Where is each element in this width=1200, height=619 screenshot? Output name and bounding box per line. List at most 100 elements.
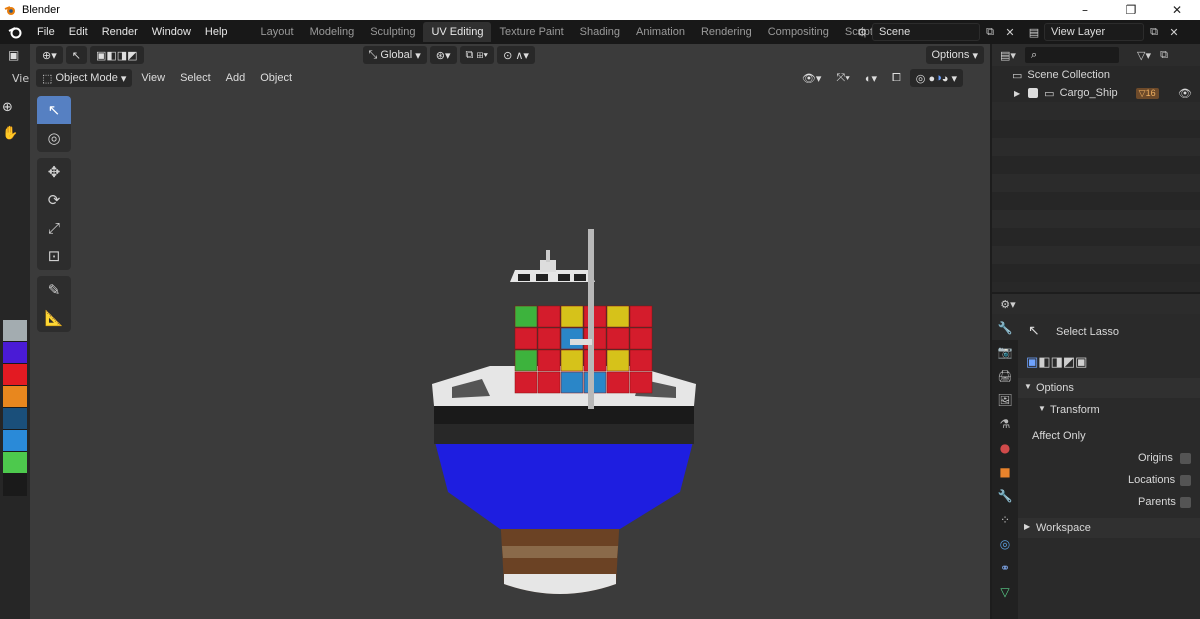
scene-name-field[interactable]: Scene bbox=[872, 23, 980, 41]
scene-icon[interactable]: ⚙ bbox=[852, 23, 872, 41]
menu-object[interactable]: Object bbox=[254, 69, 298, 87]
maximize-button[interactable]: ❐ bbox=[1108, 0, 1154, 20]
zoom-icon[interactable]: ⊕ bbox=[2, 100, 13, 115]
scene-copy-icon[interactable]: ⧉ bbox=[980, 23, 1000, 41]
tab-layout[interactable]: Layout bbox=[253, 22, 302, 42]
palette-swatch[interactable] bbox=[3, 452, 27, 474]
tab-uv-editing[interactable]: UV Editing bbox=[423, 22, 492, 42]
properties-header: ⚙▾ bbox=[992, 294, 1200, 314]
tab-rendering[interactable]: Rendering bbox=[693, 22, 760, 42]
output-tab-icon[interactable]: 🖨 bbox=[992, 364, 1018, 388]
particles-tab-icon[interactable]: ⁘ bbox=[992, 508, 1018, 532]
scene-tab-icon[interactable]: ⚗ bbox=[992, 412, 1018, 436]
filter-icon[interactable]: ▽▾ bbox=[1134, 46, 1154, 64]
constraints-tab-icon[interactable]: ⚭ bbox=[992, 556, 1018, 580]
measure-tool-button[interactable]: 📐 bbox=[37, 304, 71, 332]
outliner-editor-icon[interactable]: ▤▾ bbox=[998, 46, 1018, 64]
menu-help[interactable]: Help bbox=[198, 26, 235, 38]
palette-swatch[interactable] bbox=[3, 430, 27, 452]
visibility-icon[interactable]: 👁▾ bbox=[796, 69, 828, 87]
modifier-tab-icon[interactable]: 🔧 bbox=[992, 484, 1018, 508]
render-tab-icon[interactable]: 📷 bbox=[992, 340, 1018, 364]
tab-texture-paint[interactable]: Texture Paint bbox=[491, 22, 571, 42]
menu-select[interactable]: Select bbox=[174, 69, 217, 87]
cargo-ship-model[interactable] bbox=[410, 174, 710, 614]
view-menu-partial[interactable]: Vie bbox=[12, 72, 29, 85]
eye-icon[interactable]: 👁 bbox=[1178, 87, 1192, 100]
menu-render[interactable]: Render bbox=[95, 26, 145, 38]
transform-tool-button[interactable]: ⊡ bbox=[37, 242, 71, 270]
selection-mode-buttons[interactable]: ▣◧◨◩▣ bbox=[1026, 354, 1087, 370]
select-tool-icon[interactable]: ↖ bbox=[65, 46, 87, 64]
palette-swatch[interactable] bbox=[3, 386, 27, 408]
tab-animation[interactable]: Animation bbox=[628, 22, 693, 42]
annotate-tool-button[interactable]: ✎ bbox=[37, 276, 71, 304]
window-title: Blender bbox=[22, 4, 60, 16]
xray-icon[interactable]: ⧠ bbox=[886, 69, 907, 87]
view-layer-icon[interactable]: ▤ bbox=[1024, 23, 1044, 41]
view-layer-field[interactable]: View Layer bbox=[1044, 23, 1144, 41]
include-checkbox[interactable] bbox=[1028, 88, 1039, 98]
physics-tab-icon[interactable]: ◎ bbox=[992, 532, 1018, 556]
parents-checkbox[interactable] bbox=[1180, 497, 1191, 508]
menu-edit[interactable]: Edit bbox=[62, 26, 95, 38]
editor-type-icon[interactable]: ▣ bbox=[8, 48, 19, 62]
data-tab-icon[interactable]: ▽ bbox=[992, 580, 1018, 604]
view-layer-close-icon[interactable]: ✕ bbox=[1164, 23, 1184, 41]
origins-checkbox[interactable] bbox=[1180, 453, 1191, 464]
tab-compositing[interactable]: Compositing bbox=[760, 22, 837, 42]
locations-checkbox[interactable] bbox=[1180, 475, 1191, 486]
options-dropdown[interactable]: Options ▾ bbox=[925, 46, 984, 64]
selection-mode-icons[interactable]: ▣◧◨◩ bbox=[89, 46, 144, 64]
cargo-container bbox=[560, 349, 584, 372]
hand-pan-icon[interactable]: ✋ bbox=[2, 126, 18, 141]
3d-viewport[interactable]: ⊕▾ ↖ ▣◧◨◩ ⤡ Global ▾ ⊛▾ ⧉ ⊞▾ ⊙ ∧▾ Option… bbox=[30, 44, 990, 619]
palette-swatch[interactable] bbox=[3, 364, 27, 386]
overlay-icon[interactable]: ◐▾ bbox=[859, 69, 883, 87]
palette-swatch[interactable] bbox=[3, 474, 27, 496]
world-tab-icon[interactable]: ● bbox=[992, 436, 1018, 460]
menu-add[interactable]: Add bbox=[220, 69, 252, 87]
snap-icon[interactable]: ⧉ ⊞▾ bbox=[459, 46, 495, 64]
pivot-icon[interactable]: ⊛▾ bbox=[429, 46, 457, 64]
menu-window[interactable]: Window bbox=[145, 26, 198, 38]
blender-menu-icon[interactable] bbox=[0, 25, 30, 39]
transform-collapse-icon[interactable]: ▼ bbox=[1038, 404, 1046, 413]
shading-modes[interactable]: ◎ ● ◑ ◕ ▾ bbox=[909, 69, 963, 87]
minimize-button[interactable]: – bbox=[1062, 0, 1108, 20]
view-layer-tab-icon[interactable]: 🖼 bbox=[992, 388, 1018, 412]
menu-file[interactable]: File bbox=[30, 26, 62, 38]
scene-collection-row[interactable]: ▭ Scene Collection bbox=[992, 66, 1200, 84]
lasso-tool-icon: ↖ bbox=[1028, 322, 1040, 338]
new-collection-icon[interactable]: ⧉ bbox=[1154, 46, 1174, 64]
close-button[interactable]: ✕ bbox=[1154, 0, 1200, 20]
gizmo-icon[interactable]: ⤧▾ bbox=[830, 69, 855, 87]
tab-shading[interactable]: Shading bbox=[572, 22, 628, 42]
palette-swatch[interactable] bbox=[3, 342, 27, 364]
cargo-container bbox=[537, 327, 561, 350]
outliner-search-input[interactable]: ⌕ bbox=[1024, 46, 1120, 64]
tool-tab-icon[interactable]: 🔧 bbox=[992, 316, 1018, 340]
outliner-item-cargo-ship[interactable]: ▶ ▭ Cargo_Ship ▽16 👁 bbox=[992, 84, 1200, 102]
options-collapse-icon[interactable]: ▼ bbox=[1024, 382, 1032, 391]
object-tab-icon[interactable]: ■ bbox=[992, 460, 1018, 484]
palette-swatch[interactable] bbox=[3, 408, 27, 430]
properties-editor-icon[interactable]: ⚙▾ bbox=[998, 295, 1018, 313]
select-tool-button[interactable]: ↖ bbox=[37, 96, 71, 124]
rotate-tool-button[interactable]: ⟳ bbox=[37, 186, 71, 214]
menu-view[interactable]: View bbox=[135, 69, 171, 87]
tab-modeling[interactable]: Modeling bbox=[302, 22, 363, 42]
move-tool-button[interactable]: ✥ bbox=[37, 158, 71, 186]
scene-close-icon[interactable]: ✕ bbox=[1000, 23, 1020, 41]
scale-tool-button[interactable]: ⤢ bbox=[37, 214, 71, 242]
workspace-expand-icon[interactable]: ▶ bbox=[1024, 522, 1030, 531]
palette-swatch[interactable] bbox=[3, 320, 27, 342]
cursor-tool-button[interactable]: ◎ bbox=[37, 124, 71, 152]
object-mode-dropdown[interactable]: ⬚ Object Mode ▾ bbox=[36, 69, 133, 87]
proportional-icon[interactable]: ⊙ ∧▾ bbox=[497, 46, 535, 64]
view-layer-copy-icon[interactable]: ⧉ bbox=[1144, 23, 1164, 41]
transform-orientation[interactable]: ⤡ Global ▾ bbox=[362, 46, 427, 64]
expand-arrow-icon[interactable]: ▶ bbox=[1014, 89, 1020, 98]
tool-icon-dropdown[interactable]: ⊕▾ bbox=[36, 46, 63, 64]
tab-sculpting[interactable]: Sculpting bbox=[362, 22, 423, 42]
